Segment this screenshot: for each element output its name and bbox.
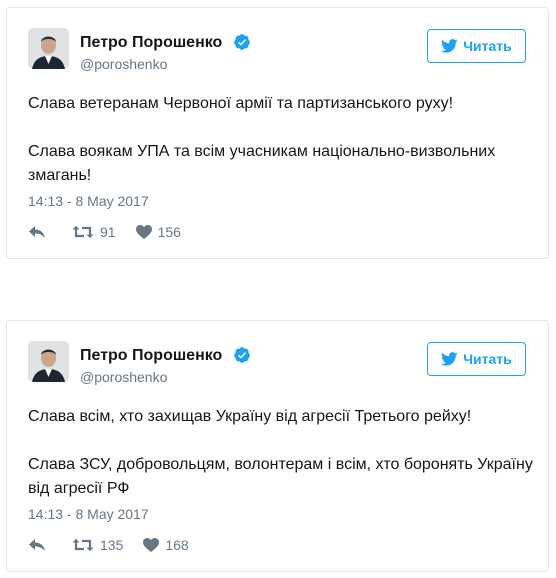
like-count: 168 — [165, 537, 189, 553]
heart-icon — [143, 538, 160, 552]
retweet-button[interactable]: 91 — [72, 224, 116, 240]
tweet-paragraph: Слава воякам УПА та всім учасникам націо… — [28, 143, 496, 184]
heart-icon — [135, 225, 152, 239]
twitter-bird-icon — [441, 352, 458, 366]
avatar[interactable] — [28, 28, 69, 69]
follow-button-label: Читать — [463, 38, 512, 54]
tweet-text: Слава ветеранам Червоної армії та партиз… — [28, 92, 533, 188]
retweet-count: 135 — [100, 537, 124, 553]
author-name[interactable]: Петро Порошенко — [80, 347, 222, 365]
tweet-actions: 91 156 — [28, 222, 181, 242]
tweet-paragraph: Слава всім, хто захищав Україну від агре… — [28, 408, 472, 425]
tweet-card: Петро Порошенко @poroshenko Читать Слава… — [6, 320, 549, 572]
twitter-bird-icon — [441, 39, 458, 53]
follow-button-label: Читать — [463, 351, 512, 367]
tweet-timestamp[interactable]: 14:13 - 8 May 2017 — [28, 193, 149, 209]
avatar[interactable] — [28, 341, 69, 382]
tweet-actions: 135 168 — [28, 535, 189, 555]
tweet-card: Петро Порошенко @poroshenko Читать Слава… — [6, 7, 549, 259]
retweet-count: 91 — [100, 224, 116, 240]
verified-badge-icon — [234, 34, 250, 50]
reply-button[interactable] — [28, 225, 48, 239]
follow-button[interactable]: Читать — [427, 342, 526, 376]
like-button[interactable]: 168 — [143, 537, 189, 553]
like-count: 156 — [157, 224, 181, 240]
reply-button[interactable] — [28, 538, 48, 552]
tweet-paragraph: Слава ветеранам Червоної армії та партиз… — [28, 95, 454, 112]
verified-badge-icon — [234, 347, 250, 363]
author-handle[interactable]: @poroshenko — [80, 369, 167, 385]
retweet-icon — [72, 225, 94, 239]
retweet-icon — [72, 538, 94, 552]
retweet-button[interactable]: 135 — [72, 537, 123, 553]
reply-icon — [29, 539, 45, 551]
tweet-timestamp[interactable]: 14:13 - 8 May 2017 — [28, 506, 149, 522]
follow-button[interactable]: Читать — [427, 29, 526, 63]
reply-icon — [29, 226, 45, 238]
tweet-text: Слава всім, хто захищав Україну від агре… — [28, 405, 533, 501]
author-name[interactable]: Петро Порошенко — [80, 34, 222, 52]
author-handle[interactable]: @poroshenko — [80, 56, 167, 72]
like-button[interactable]: 156 — [135, 224, 181, 240]
tweet-paragraph: Слава ЗСУ, добровольцям, волонтерам і вс… — [28, 456, 533, 497]
